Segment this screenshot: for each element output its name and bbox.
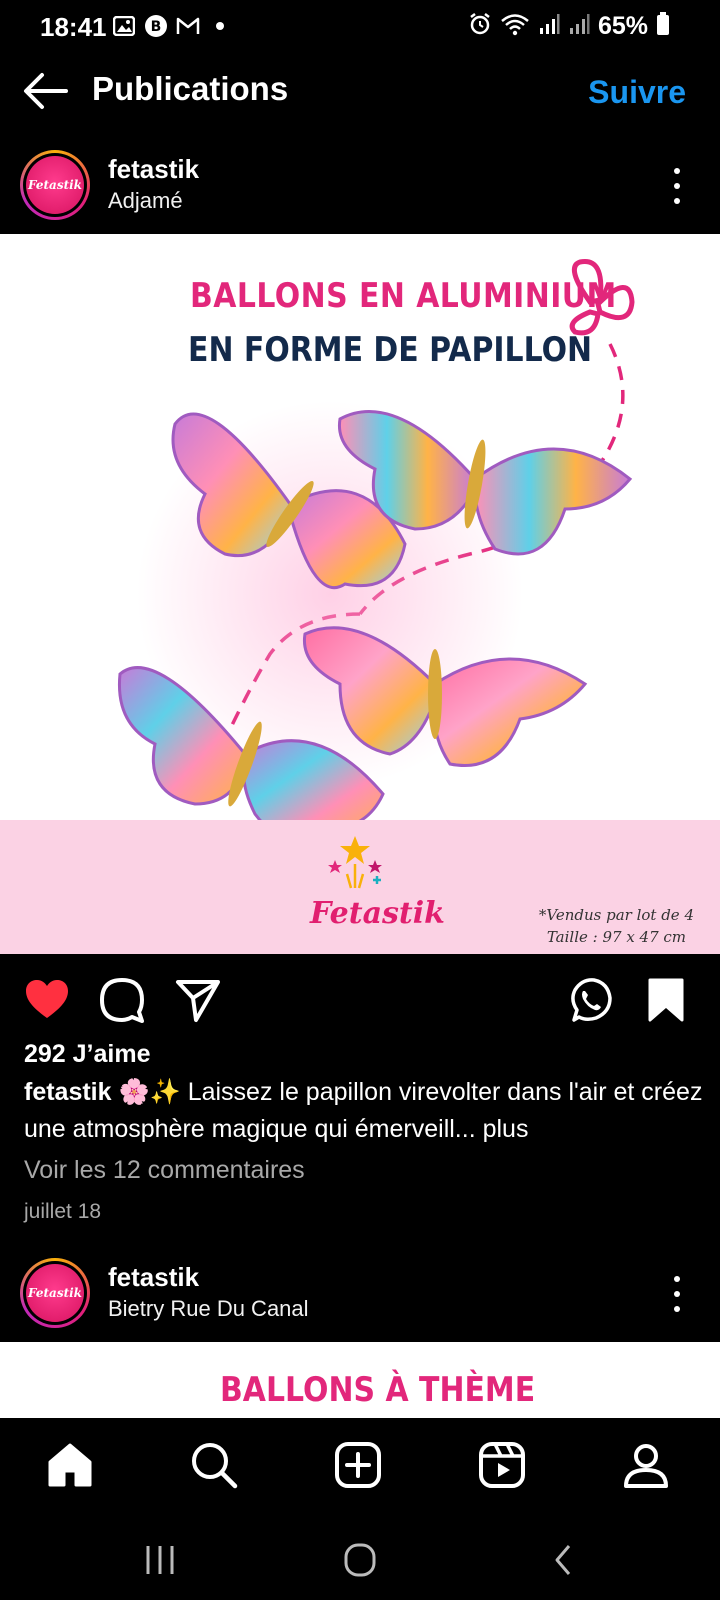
- view-comments-link[interactable]: Voir les 12 commentaires: [24, 1156, 305, 1185]
- post-date: juillet 18: [24, 1200, 102, 1223]
- send-icon: [176, 980, 220, 1022]
- system-navigation: [0, 1514, 720, 1600]
- status-system-icons: 65%: [468, 12, 670, 41]
- follow-button[interactable]: Suivre: [588, 74, 686, 111]
- comment-icon: [100, 978, 144, 1023]
- whatsapp-button[interactable]: [566, 976, 614, 1024]
- image-note-line1: *Vendus par lot de 4: [538, 906, 694, 924]
- post-caption: fetastik 🌸✨ Laissez le papillon virevolt…: [24, 1074, 704, 1148]
- recents-icon: [146, 1546, 174, 1574]
- recents-button[interactable]: [140, 1542, 180, 1578]
- comment-button[interactable]: [98, 976, 146, 1024]
- caption-more-link[interactable]: plus: [476, 1115, 529, 1143]
- avatar[interactable]: Fetastik: [20, 150, 90, 220]
- post-username[interactable]: fetastik: [108, 1262, 199, 1293]
- post-actions: [0, 968, 720, 1032]
- brand-name: Fetastik: [310, 896, 445, 931]
- status-bar: 18:41 B 65%: [0, 0, 720, 54]
- avatar-logo-text: Fetastik: [28, 1286, 82, 1300]
- image-note: *Vendus par lot de 4 Taille : 97 x 47 cm: [539, 904, 694, 948]
- image-icon: [112, 14, 136, 38]
- whatsapp-icon: [571, 978, 612, 1022]
- create-icon: [335, 1442, 381, 1488]
- home-icon: [48, 1443, 92, 1487]
- post-image[interactable]: BALLONS EN ALUMINIUM EN FORME DE PAPILLO…: [0, 234, 720, 954]
- app-header: Publications Suivre: [0, 60, 720, 124]
- post-username[interactable]: fetastik: [108, 154, 199, 185]
- heart-filled-icon: [26, 980, 68, 1018]
- image-title: BALLONS À THÈME: [220, 1370, 536, 1410]
- avatar[interactable]: Fetastik: [20, 1258, 90, 1328]
- more-options-button[interactable]: [670, 1276, 684, 1312]
- nav-home[interactable]: [45, 1440, 97, 1492]
- gmail-icon: [176, 14, 200, 38]
- post-header: Fetastik fetastik Adjamé: [0, 142, 720, 230]
- post-image-2[interactable]: BALLONS À THÈME: [0, 1342, 720, 1418]
- brand-stars-icon: [328, 836, 382, 889]
- battery-percent: 65%: [597, 12, 648, 40]
- like-button[interactable]: [23, 976, 71, 1024]
- image-footer-band: Fetastik *Vendus par lot de 4 Taille : 9…: [0, 820, 720, 954]
- bottom-navigation: [0, 1420, 720, 1514]
- battery-icon: [656, 12, 670, 41]
- bookmark-filled-icon: [648, 978, 684, 1022]
- likes-count[interactable]: 292 J’aime: [24, 1040, 151, 1069]
- b-badge-icon: B: [144, 14, 168, 38]
- signal-icon: [538, 13, 560, 40]
- status-notification-icons: B: [112, 14, 232, 38]
- back-system-button[interactable]: [545, 1542, 585, 1578]
- post-header-2: Fetastik fetastik Bietry Rue Du Canal: [0, 1250, 720, 1338]
- image-note-line2: Taille : 97 x 47 cm: [546, 928, 687, 946]
- wifi-icon: [500, 12, 530, 41]
- reels-icon: [479, 1442, 525, 1488]
- more-options-button[interactable]: [670, 168, 684, 204]
- nav-create[interactable]: [333, 1440, 385, 1492]
- caption-username[interactable]: fetastik: [24, 1078, 112, 1106]
- svg-text:B: B: [151, 19, 162, 35]
- back-button[interactable]: [22, 70, 68, 112]
- home-system-button[interactable]: [340, 1542, 380, 1578]
- nav-search[interactable]: [189, 1440, 241, 1492]
- page-title: Publications: [92, 70, 289, 107]
- caption-text: 🌸✨ Laissez le papillon virevolter dans l…: [24, 1078, 703, 1143]
- butterfly-balloon-2: [337, 410, 633, 556]
- search-icon: [192, 1443, 238, 1489]
- nav-profile[interactable]: [621, 1440, 673, 1492]
- status-time: 18:41: [40, 12, 107, 42]
- post-location[interactable]: Adjamé: [108, 188, 183, 214]
- back-chevron-icon: [555, 1545, 571, 1575]
- alarm-icon: [468, 12, 492, 41]
- save-button[interactable]: [644, 976, 692, 1024]
- post-location[interactable]: Bietry Rue Du Canal: [108, 1296, 309, 1322]
- arrow-left-icon: [24, 73, 68, 109]
- home-circle-icon: [344, 1543, 376, 1577]
- share-button[interactable]: [174, 976, 222, 1024]
- signal-icon: [568, 13, 590, 40]
- profile-icon: [624, 1444, 668, 1488]
- dot-icon: [208, 14, 232, 38]
- avatar-logo-text: Fetastik: [28, 178, 82, 192]
- nav-reels[interactable]: [477, 1440, 529, 1492]
